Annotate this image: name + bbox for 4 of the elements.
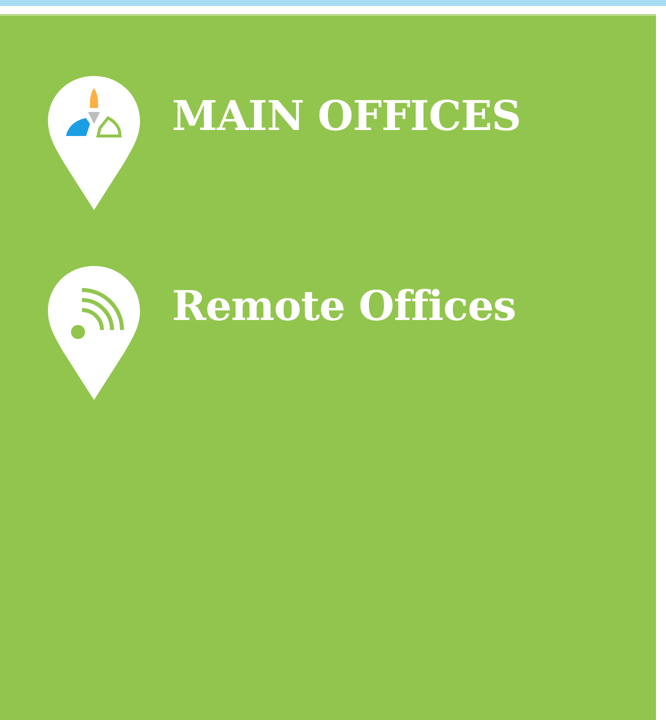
- signal-pin-icon: [46, 264, 142, 402]
- location-link[interactable]: MAIN OFFICES: [172, 96, 521, 137]
- logo-pin-icon: [46, 74, 142, 212]
- location-link[interactable]: Remote Offices: [172, 286, 516, 327]
